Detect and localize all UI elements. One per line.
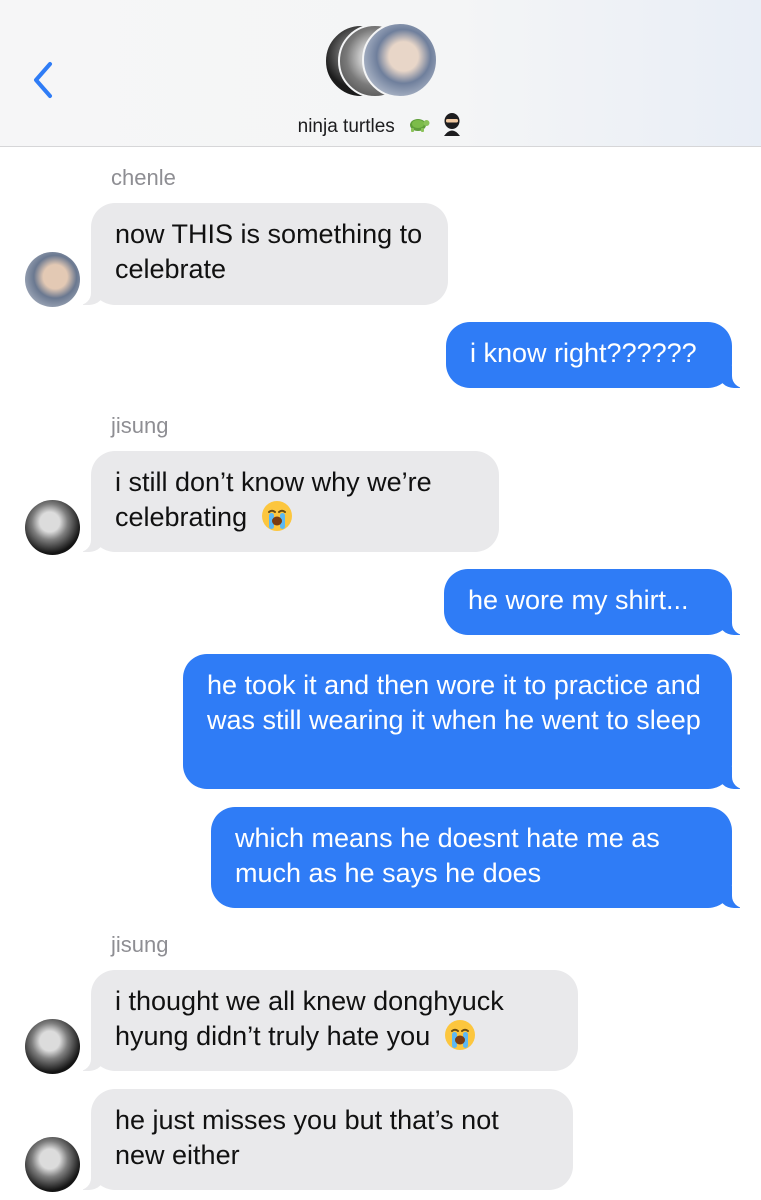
chevron-left-icon (34, 62, 52, 98)
message-text: now THIS is something to celebrate (115, 219, 423, 284)
message-bubble-incoming[interactable]: i still don’t know why we’re celebrating (77, 451, 499, 552)
message-text: which means he doesnt hate me as much as… (235, 823, 660, 888)
avatar-jisung[interactable] (25, 500, 80, 555)
avatar-chenle[interactable] (25, 252, 80, 307)
loudly-crying-face-icon (444, 1019, 476, 1060)
message-bubble-incoming[interactable]: now THIS is something to celebrate (77, 203, 448, 305)
turtle-emoji-icon (406, 113, 430, 141)
message-bubble-outgoing[interactable]: i know right?????? (446, 322, 746, 388)
group-title[interactable]: ninja turtles (0, 112, 761, 142)
sender-label: jisung (111, 932, 169, 957)
message-text: he wore my shirt... (468, 585, 689, 615)
loudly-crying-face-icon (261, 500, 293, 541)
group-name-label: ninja turtles (297, 116, 395, 138)
message-bubble-outgoing[interactable]: he took it and then wore it to practice … (183, 654, 746, 789)
message-bubble-outgoing[interactable]: he wore my shirt... (444, 569, 746, 635)
back-button[interactable] (28, 58, 58, 102)
conversation-header: ninja turtles (0, 0, 761, 147)
ninja-emoji-icon (441, 112, 463, 142)
avatar-jisung[interactable] (25, 1019, 80, 1074)
message-bubble-incoming[interactable]: he just misses you but that’s not new ei… (77, 1089, 573, 1190)
message-bubble-outgoing[interactable]: which means he doesnt hate me as much as… (211, 807, 746, 908)
sender-label: jisung (111, 413, 169, 438)
message-bubble-incoming[interactable]: i thought we all knew donghyuck hyung di… (77, 970, 578, 1071)
message-text: he just misses you but that’s not new ei… (115, 1105, 499, 1170)
group-avatar-stack[interactable] (324, 22, 440, 100)
avatar-jisung[interactable] (25, 1137, 80, 1192)
sender-label: chenle (111, 165, 176, 190)
message-text: he took it and then wore it to practice … (207, 670, 701, 735)
group-member-avatar (362, 22, 438, 98)
message-text: i know right?????? (470, 338, 697, 368)
